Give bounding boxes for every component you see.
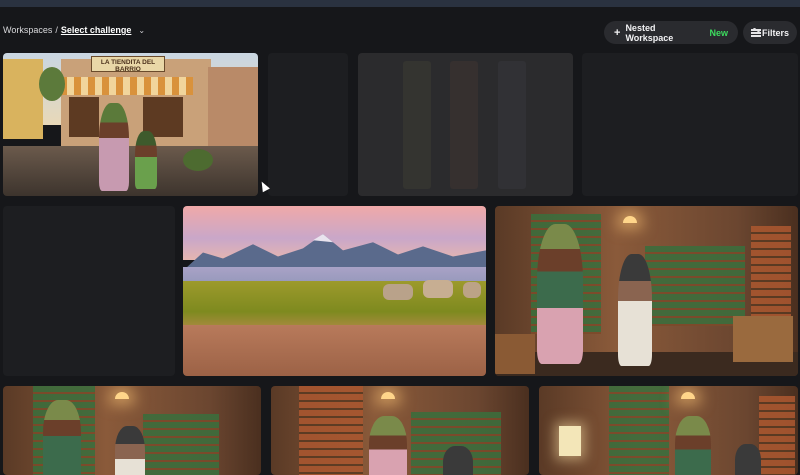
gallery-item-faded[interactable] <box>358 53 573 196</box>
breadcrumb-root[interactable]: Workspaces <box>3 25 52 35</box>
store-sign: LA TIENDITA DEL BARRIO <box>91 56 165 73</box>
lamp <box>381 392 395 399</box>
top-strip <box>0 0 800 7</box>
new-badge: New <box>709 27 728 38</box>
gallery-item-shop-interior[interactable] <box>3 386 261 475</box>
mountains <box>183 233 486 271</box>
gallery-item-shop-interior[interactable] <box>539 386 798 475</box>
deer <box>423 280 453 298</box>
gallery-item-shop-interior[interactable] <box>495 206 798 376</box>
toolbar: Workspaces / Select challenge ⌄ + Nested… <box>0 18 800 48</box>
filters-button[interactable]: Filters <box>743 21 797 44</box>
gallery-item-empty[interactable] <box>3 206 175 376</box>
sliders-icon <box>751 28 761 37</box>
gallery-item-store-scene[interactable]: LA TIENDITA DEL BARRIO <box>3 53 258 196</box>
gallery-item-empty[interactable] <box>268 53 348 196</box>
nested-workspace-label: Nested Workspace <box>625 22 674 43</box>
nested-workspace-button[interactable]: + Nested Workspace New <box>604 21 738 44</box>
filters-label: Filters <box>761 27 789 38</box>
gallery-item-lake-scene[interactable] <box>183 206 486 376</box>
deer <box>383 284 413 300</box>
lamp <box>681 392 695 399</box>
breadcrumb: Workspaces / Select challenge ⌄ <box>3 25 145 35</box>
breadcrumb-current[interactable]: Select challenge <box>61 25 132 35</box>
lamp <box>623 216 637 223</box>
gallery-item-empty[interactable] <box>582 53 798 196</box>
lamp <box>115 392 129 399</box>
chevron-down-icon[interactable]: ⌄ <box>138 26 145 35</box>
plus-icon: + <box>614 26 621 39</box>
deer <box>463 282 481 298</box>
gallery-item-shop-interior[interactable] <box>271 386 529 475</box>
breadcrumb-separator: / <box>55 25 58 35</box>
